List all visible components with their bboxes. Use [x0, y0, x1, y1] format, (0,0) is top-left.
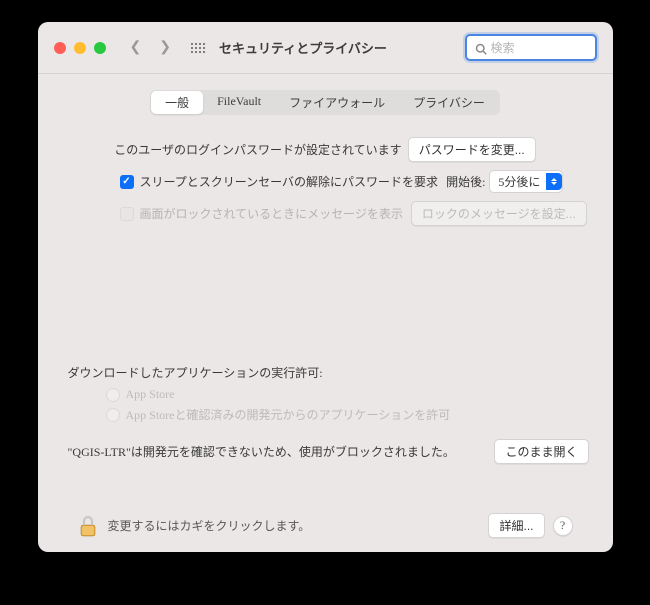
radio-identified	[106, 408, 120, 422]
radio-identified-row: App Storeと確認済みの開発元からのアプリケーションを許可	[106, 406, 589, 423]
lock-message-button: ロックのメッセージを設定...	[411, 201, 587, 226]
select-caret-icon	[546, 173, 562, 190]
traffic-lights	[54, 42, 106, 54]
require-password-label: スリープとスクリーンセーバの解除にパスワードを要求	[140, 173, 439, 190]
details-button[interactable]: 詳細...	[488, 513, 544, 538]
tab-firewall[interactable]: ファイアウォール	[275, 91, 399, 114]
search-input[interactable]: 検索	[465, 34, 597, 61]
forward-button[interactable]: ❯	[159, 39, 171, 56]
lock-icon[interactable]	[78, 515, 98, 537]
blocked-app-row: "QGIS-LTR"は開発元を確認できないため、使用がブロックされました。 この…	[68, 439, 589, 464]
nav-arrows: ❮ ❯	[130, 39, 171, 56]
after-label: 開始後:	[446, 173, 485, 190]
tabs: 一般 FileVault ファイアウォール プライバシー	[62, 90, 589, 115]
content-area: 一般 FileVault ファイアウォール プライバシー このユーザのログインパ…	[38, 74, 613, 552]
password-set-label: このユーザのログインパスワードが設定されています	[114, 141, 401, 158]
radio-appstore	[106, 388, 120, 402]
lock-message-checkbox	[120, 207, 134, 221]
radio-identified-label: App Storeと確認済みの開発元からのアプリケーションを許可	[126, 406, 451, 423]
open-anyway-button[interactable]: このまま開く	[494, 439, 588, 464]
footer: 変更するにはカギをクリックします。 詳細... ?	[62, 501, 589, 552]
all-prefs-icon[interactable]	[191, 43, 205, 53]
footer-lock-text: 変更するにはカギをクリックします。	[108, 517, 311, 534]
downloads-section-label: ダウンロードしたアプリケーションの実行許可:	[68, 364, 589, 381]
change-password-button[interactable]: パスワードを変更...	[408, 137, 536, 162]
tab-filevault[interactable]: FileVault	[203, 91, 275, 114]
radio-appstore-label: App Store	[126, 387, 175, 402]
lock-message-label: 画面がロックされているときにメッセージを表示	[140, 205, 403, 222]
maximize-button[interactable]	[94, 42, 106, 54]
help-button[interactable]: ?	[553, 516, 573, 536]
lock-message-row: 画面がロックされているときにメッセージを表示 ロックのメッセージを設定...	[62, 201, 589, 226]
close-button[interactable]	[54, 42, 66, 54]
password-row: このユーザのログインパスワードが設定されています パスワードを変更...	[62, 137, 589, 162]
blocked-app-text: "QGIS-LTR"は開発元を確認できないため、使用がブロックされました。	[68, 443, 455, 460]
require-password-row: スリープとスクリーンセーバの解除にパスワードを要求 開始後: 5分後に	[62, 170, 589, 193]
footer-right: 詳細... ?	[488, 513, 572, 538]
tab-group: 一般 FileVault ファイアウォール プライバシー	[150, 90, 500, 115]
system-preferences-window: ❮ ❯ セキュリティとプライバシー 検索 一般 FileVault ファイアウォ…	[38, 22, 613, 552]
search-placeholder: 検索	[491, 39, 515, 56]
minimize-button[interactable]	[74, 42, 86, 54]
window-title: セキュリティとプライバシー	[219, 38, 387, 57]
after-select[interactable]: 5分後に	[489, 170, 563, 193]
titlebar: ❮ ❯ セキュリティとプライバシー 検索	[38, 22, 613, 74]
tab-privacy[interactable]: プライバシー	[399, 91, 499, 114]
search-icon	[475, 42, 487, 54]
after-select-value: 5分後に	[498, 173, 540, 190]
radio-appstore-row: App Store	[106, 387, 589, 402]
tab-general[interactable]: 一般	[151, 91, 203, 114]
require-password-checkbox[interactable]	[120, 175, 134, 189]
back-button[interactable]: ❮	[130, 39, 142, 56]
